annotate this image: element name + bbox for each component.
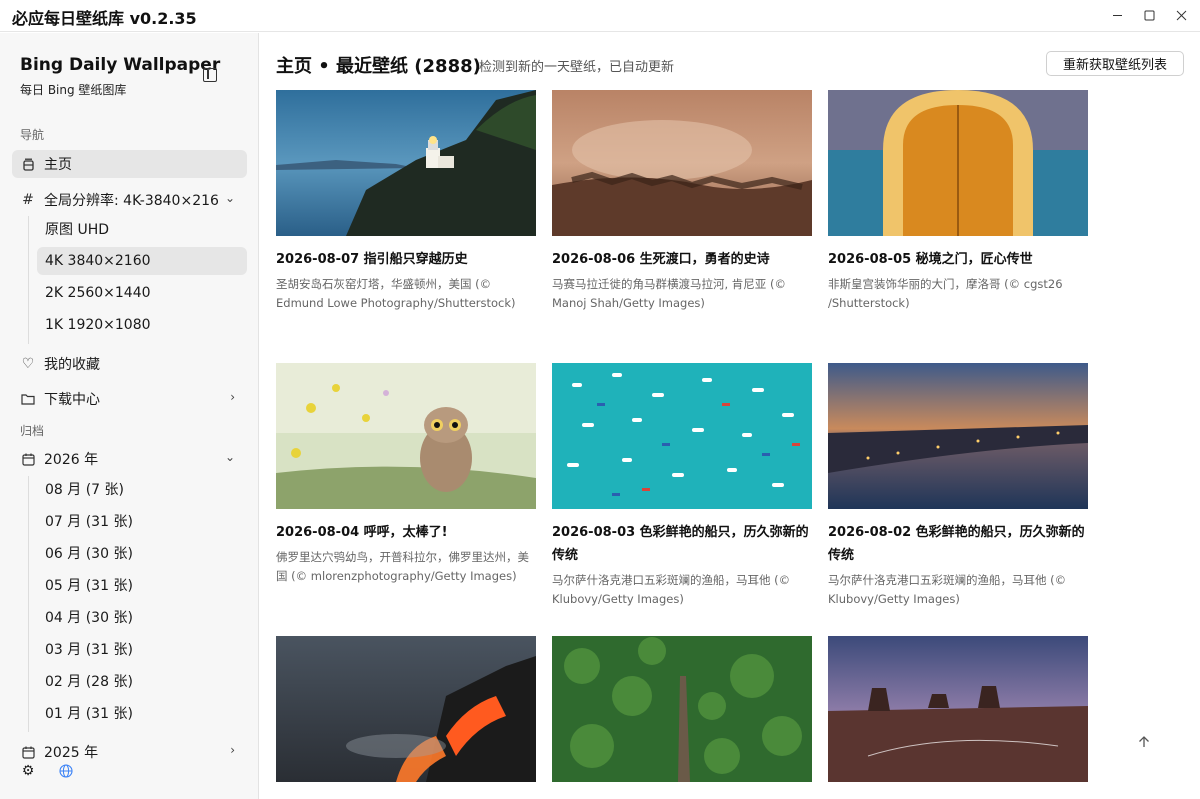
wallpaper-card[interactable] [828,636,1088,794]
wallpaper-description: 马赛马拉迁徙的角马群横渡马拉河, 肯尼亚 (© Manoj Shah/Getty… [552,277,786,310]
month-item-01[interactable]: 01 月 (31 张) [37,699,247,727]
month-item-07[interactable]: 07 月 (31 张) [37,507,247,535]
wallpaper-thumbnail[interactable] [828,636,1088,782]
sidebar-item-downloads[interactable]: 下载中心 › [12,385,247,413]
close-button[interactable] [1162,0,1200,30]
resolution-option-4k[interactable]: 4K 3840×2160 [37,247,247,275]
update-notice: 检测到新的一天壁纸，已自动更新 [479,60,675,75]
calendar-icon [20,744,36,760]
sidebar-item-label: 2026 年 [44,452,99,468]
folder-icon [20,391,36,407]
wallpaper-card[interactable]: 2026-08-07 指引船只穿越历史 圣胡安岛石灰窑灯塔，华盛顿州，美国 (©… [276,90,536,313]
chevron-right-icon: › [230,390,235,404]
wallpaper-thumbnail[interactable] [276,363,536,509]
page-title: 主页 • 最近壁纸 (2888) [276,56,481,77]
resolution-option-2k[interactable]: 2K 2560×1440 [37,279,247,307]
wallpaper-thumbnail[interactable] [552,363,812,509]
month-item-04[interactable]: 04 月 (30 张) [37,603,247,631]
refresh-list-button[interactable]: 重新获取壁纸列表 [1046,51,1184,76]
sidebar-item-label: 全局分辨率: 4K-3840×216 [44,193,219,209]
calendar-icon [20,451,36,467]
tree-line [28,476,29,732]
chevron-right-icon: › [230,743,235,757]
wallpaper-title: 2026-08-07 指引船只穿越历史 [276,252,468,267]
wallpaper-title: 2026-08-04 呼呼，太棒了! [276,525,448,540]
sidebar-item-home[interactable]: 主页 [12,150,247,178]
tree-line [28,216,29,344]
wallpaper-description: 佛罗里达穴鸮幼鸟，开普科拉尔，佛罗里达州，美国 (© mlorenzphotog… [276,550,529,583]
resolution-option-1k[interactable]: 1K 1920×1080 [37,311,247,339]
wallpaper-description: 非斯皇宫装饰华丽的大门，摩洛哥 (© cgst26 /Shutterstock) [828,277,1063,310]
chevron-down-icon: ⌄ [224,450,235,464]
sidebar-item-label: 主页 [44,157,72,173]
wallpaper-title: 2026-08-05 秘境之门，匠心传世 [828,252,1033,267]
wallpaper-card[interactable] [276,636,536,794]
sidebar-item-favorites[interactable]: ♡ 我的收藏 [12,350,247,378]
wallpaper-thumbnail[interactable] [828,90,1088,236]
gear-icon[interactable]: ⚙ [20,763,36,779]
wallpaper-thumbnail[interactable] [552,90,812,236]
resolution-option-uhd[interactable]: 原图 UHD [37,215,247,243]
title-bar: 必应每日壁纸库 v0.2.35 [0,0,1200,32]
app-title: 必应每日壁纸库 v0.2.35 [12,9,197,28]
month-item-06[interactable]: 06 月 (30 张) [37,539,247,567]
sidebar-item-year-2025[interactable]: 2025 年 › [12,738,247,766]
chevron-down-icon: ⌄ [224,191,235,205]
month-item-03[interactable]: 03 月 (31 张) [37,635,247,663]
wallpaper-card[interactable]: 2026-08-03 色彩鲜艳的船只，历久弥新的传统 马尔萨什洛克港口五彩斑斓的… [552,363,812,609]
wallpaper-title: 2026-08-02 色彩鲜艳的船只，历久弥新的传统 [828,525,1085,563]
arrow-up-icon[interactable] [1134,732,1154,752]
wallpaper-card[interactable]: 2026-08-05 秘境之门，匠心传世 非斯皇宫装饰华丽的大门，摩洛哥 (© … [828,90,1088,313]
wallpaper-description: 马尔萨什洛克港口五彩斑斓的渔船，马耳他 (© Klubovy/Getty Ima… [552,573,791,606]
close-icon [1176,10,1186,20]
archive-section-label: 归档 [20,424,45,438]
wallpaper-thumbnail[interactable] [276,90,536,236]
sidebar-item-year-2026[interactable]: 2026 年 ⌄ [12,445,247,473]
wallpaper-thumbnail[interactable] [276,636,536,782]
sidebar-item-label: 下载中心 [44,392,100,408]
nav-section-label: 导航 [20,128,45,142]
collapse-sidebar-icon[interactable] [203,68,217,82]
maximize-icon [1144,10,1154,20]
sidebar: Bing Daily Wallpaper 每日 Bing 壁纸图库 导航 主页 … [0,33,259,799]
wallpaper-card[interactable]: 2026-08-06 生死渡口，勇者的史诗 马赛马拉迁徙的角马群横渡马拉河, 肯… [552,90,812,313]
wallpaper-title: 2026-08-06 生死渡口，勇者的史诗 [552,252,770,267]
wallpaper-card[interactable]: 2026-08-02 色彩鲜艳的船只，历久弥新的传统 马尔萨什洛克港口五彩斑斓的… [828,363,1088,609]
month-item-02[interactable]: 02 月 (28 张) [37,667,247,695]
wallpaper-card[interactable]: 2026-08-04 呼呼，太棒了! 佛罗里达穴鸮幼鸟，开普科拉尔，佛罗里达州，… [276,363,536,586]
globe-icon[interactable] [58,763,74,779]
wallpaper-thumbnail[interactable] [552,636,812,782]
home-icon [20,156,36,172]
sidebar-item-label: 我的收藏 [44,357,100,373]
wallpaper-description: 马尔萨什洛克港口五彩斑斓的渔船，马耳他 (© Klubovy/Getty Ima… [828,573,1067,606]
wallpaper-description: 圣胡安岛石灰窑灯塔，华盛顿州，美国 (© Edmund Lowe Photogr… [276,277,516,310]
wallpaper-title: 2026-08-03 色彩鲜艳的船只，历久弥新的传统 [552,525,809,563]
sidebar-item-label: 2025 年 [44,745,99,761]
sidebar-item-resolution[interactable]: # 全局分辨率: 4K-3840×216 ⌄ [12,186,247,214]
hash-icon: # [22,192,34,208]
wallpaper-card[interactable] [552,636,812,794]
brand-title: Bing Daily Wallpaper [20,55,221,75]
month-item-05[interactable]: 05 月 (31 张) [37,571,247,599]
minimize-icon [1112,14,1122,16]
main-content: 主页 • 最近壁纸 (2888) 检测到新的一天壁纸，已自动更新 重新获取壁纸列… [260,33,1200,799]
wallpaper-thumbnail[interactable] [828,363,1088,509]
month-item-08[interactable]: 08 月 (7 张) [37,475,247,503]
brand-subtitle: 每日 Bing 壁纸图库 [20,83,127,97]
heart-icon: ♡ [21,356,35,372]
